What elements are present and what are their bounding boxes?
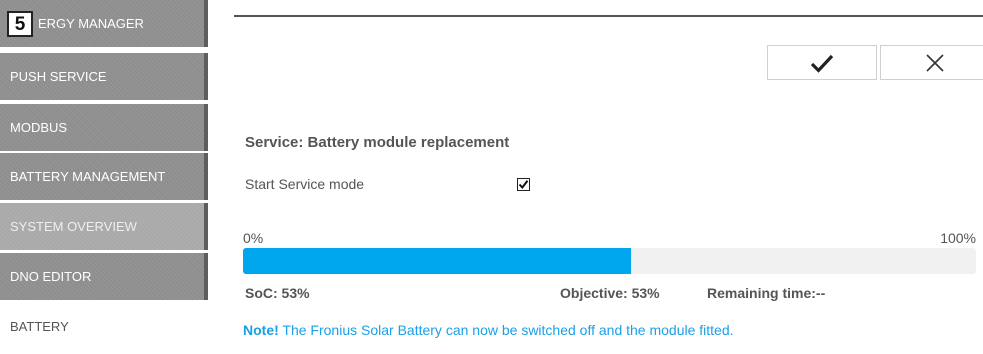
- soc-value: SoC: 53%: [245, 285, 310, 301]
- sidebar-item-label: MODBUS: [10, 120, 68, 135]
- sidebar-item-battery-management[interactable]: BATTERY MANAGEMENT: [0, 153, 208, 200]
- note-message: Note! The Fronius Solar Battery can now …: [243, 322, 734, 338]
- confirm-button[interactable]: [767, 45, 877, 80]
- progress-bar: [243, 248, 976, 274]
- progress-max-label: 100%: [940, 230, 976, 246]
- checkmark-icon: [810, 54, 834, 73]
- sidebar-item-push-service[interactable]: PUSH SERVICE: [0, 53, 208, 100]
- service-mode-label: Start Service mode: [245, 176, 365, 192]
- close-icon: [926, 53, 944, 72]
- header-divider: [234, 15, 983, 17]
- sidebar-item-modbus[interactable]: MODBUS: [0, 104, 208, 151]
- progress-bar-fill: [243, 248, 632, 274]
- cancel-button[interactable]: [880, 45, 983, 80]
- page-title: Service: Battery module replacement: [245, 134, 510, 151]
- check-icon: [518, 180, 529, 190]
- sidebar-item-label: DNO EDITOR: [10, 269, 92, 284]
- sidebar: ERGY MANAGER PUSH SERVICE MODBUS BATTERY…: [0, 0, 212, 354]
- sidebar-item-label: SYSTEM OVERVIEW: [10, 219, 137, 234]
- sidebar-item-dno-editor[interactable]: DNO EDITOR: [0, 253, 208, 300]
- sidebar-item-battery[interactable]: BATTERY: [0, 303, 208, 350]
- sidebar-item-label: BATTERY: [10, 319, 69, 334]
- objective-value: Objective: 53%: [560, 285, 660, 301]
- step-number-badge: 5: [7, 11, 33, 37]
- service-mode-checkbox[interactable]: [517, 178, 530, 191]
- sidebar-item-label: BATTERY MANAGEMENT: [10, 169, 166, 184]
- sidebar-item-label: PUSH SERVICE: [10, 69, 107, 84]
- sidebar-item-system-overview[interactable]: SYSTEM OVERVIEW: [0, 203, 208, 250]
- progress-min-label: 0%: [243, 230, 264, 246]
- note-prefix: Note!: [243, 322, 279, 338]
- note-text: The Fronius Solar Battery can now be swi…: [278, 322, 734, 338]
- remaining-time: Remaining time:--: [707, 285, 826, 301]
